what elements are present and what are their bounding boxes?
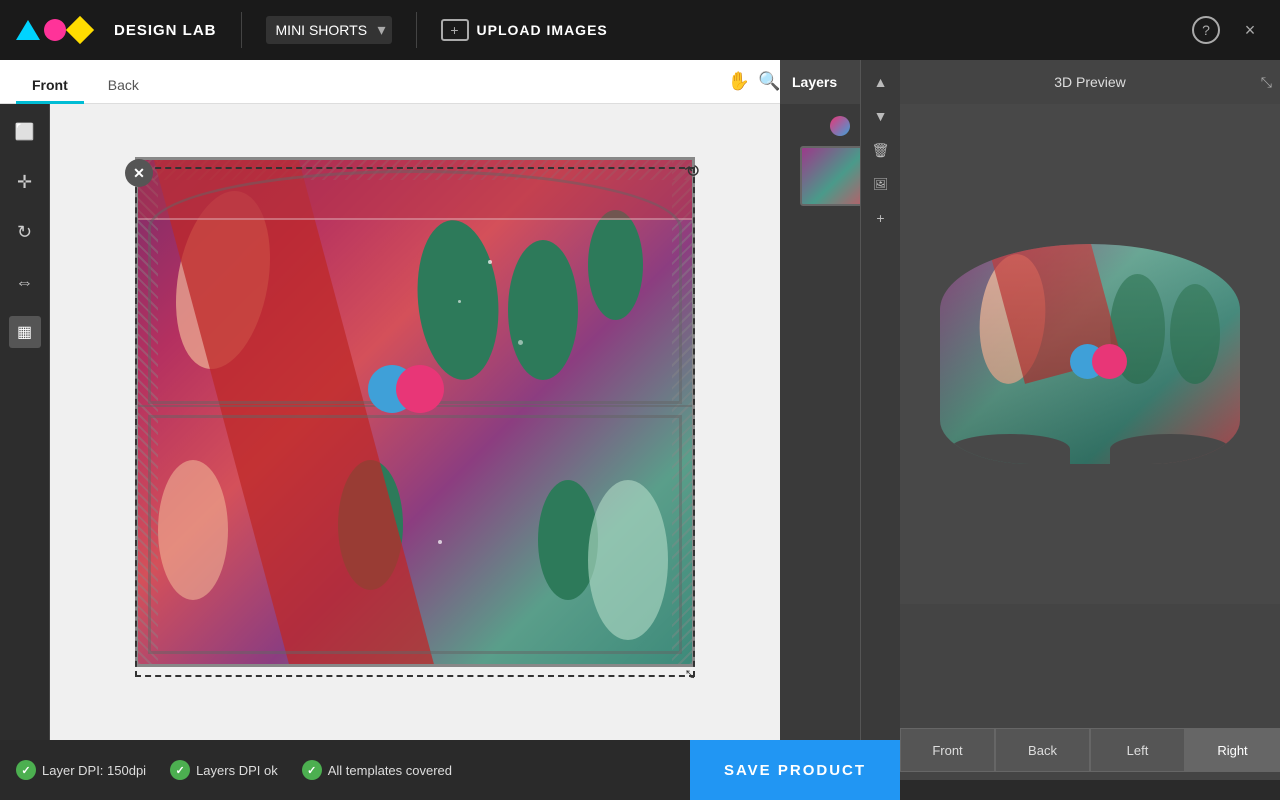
preview-header: 3D Preview ⤡: [900, 60, 1280, 104]
view-left-button[interactable]: Left: [1090, 728, 1185, 772]
layer-delete-button[interactable]: 🗑: [866, 136, 896, 164]
expand-button[interactable]: ⤡: [1261, 74, 1272, 91]
layer-add-button[interactable]: +: [866, 204, 896, 232]
dpi-label: Layer DPI: 150dpi: [42, 763, 146, 778]
view-back-button[interactable]: Back: [995, 728, 1090, 772]
crop-tool-button[interactable]: ⬜: [9, 116, 41, 148]
separator: [241, 12, 242, 48]
upload-icon: +: [441, 19, 469, 41]
garment-design: [135, 157, 695, 667]
check-icon-2: ✓: [170, 760, 190, 780]
logo: [16, 19, 90, 41]
view-front-button[interactable]: Front: [900, 728, 995, 772]
canvas-area: ↻ ↔ ✕: [50, 104, 780, 740]
flip-tool-button[interactable]: ⇔: [9, 266, 41, 298]
logo-circle: [44, 19, 66, 41]
save-label: SAVE PRODUCT: [724, 762, 866, 779]
preview-3d: [900, 104, 1280, 604]
hand-tool-button[interactable]: ✋: [728, 71, 750, 92]
view-right-button[interactable]: Right: [1185, 728, 1280, 772]
garment-3d-preview: [940, 244, 1240, 464]
delete-handle[interactable]: ✕: [125, 159, 153, 187]
rotate-tool-button[interactable]: ↻: [9, 216, 41, 248]
status-bar: ✓ Layer DPI: 150dpi ✓ Layers DPI ok ✓ Al…: [0, 740, 900, 800]
zoom-out-button[interactable]: 🔍: [758, 71, 780, 92]
product-selector-wrap[interactable]: MINI SHORTS: [266, 16, 392, 44]
upload-label: UPLOAD IMAGES: [477, 22, 608, 38]
garment-3d-shape: [940, 244, 1240, 464]
layers-dpi-label: Layers DPI ok: [196, 763, 278, 778]
tab-back[interactable]: Back: [92, 69, 155, 104]
tabs-row: Front Back: [0, 60, 780, 104]
status-templates: ✓ All templates covered: [302, 760, 452, 780]
close-button[interactable]: ×: [1236, 16, 1264, 44]
status-dpi: ✓ Layer DPI: 150dpi: [16, 760, 146, 780]
g3d-pink-dot: [1092, 344, 1127, 379]
check-icon-1: ✓: [16, 760, 36, 780]
pink-dot: [396, 365, 444, 413]
logo-triangle: [16, 20, 40, 40]
product-selector[interactable]: MINI SHORTS: [266, 16, 392, 44]
speckle-1: [488, 260, 492, 264]
templates-label: All templates covered: [328, 763, 452, 778]
help-button[interactable]: ?: [1192, 16, 1220, 44]
left-sidebar: ⬜ ✛ ↻ ⇔ ▦: [0, 104, 50, 774]
frame-tool-button[interactable]: ▦: [9, 316, 41, 348]
speckle-2: [458, 300, 461, 303]
move-tool-button[interactable]: ✛: [9, 166, 41, 198]
layer-down-button[interactable]: ▼: [866, 102, 896, 130]
speckle-3: [518, 340, 523, 345]
layer-up-button[interactable]: ▲: [866, 68, 896, 96]
speckle-4: [438, 540, 442, 544]
layer-color-swatch: [830, 116, 850, 136]
status-layers-dpi: ✓ Layers DPI ok: [170, 760, 278, 780]
garment-bottom-outline: [148, 415, 682, 654]
save-product-button[interactable]: SAVE PRODUCT: [690, 740, 900, 800]
preview-panel: 3D Preview ⤡: [900, 60, 1280, 740]
design-canvas: ↻ ↔ ✕: [135, 157, 695, 687]
app-title: DESIGN LAB: [114, 22, 217, 39]
upload-button[interactable]: + UPLOAD IMAGES: [441, 19, 608, 41]
layer-actions: ▲ ▼ 🗑 🖼 +: [860, 60, 900, 740]
logo-diamond: [66, 16, 94, 44]
check-icon-3: ✓: [302, 760, 322, 780]
separator2: [416, 12, 417, 48]
topbar: DESIGN LAB MINI SHORTS + UPLOAD IMAGES ?…: [0, 0, 1280, 60]
g3d-leg-right: [1110, 434, 1230, 464]
layer-image-button[interactable]: 🖼: [866, 170, 896, 198]
tab-front[interactable]: Front: [16, 69, 84, 104]
g3d-leg-left: [950, 434, 1070, 464]
preview-view-buttons: Front Back Left Right: [900, 720, 1280, 780]
